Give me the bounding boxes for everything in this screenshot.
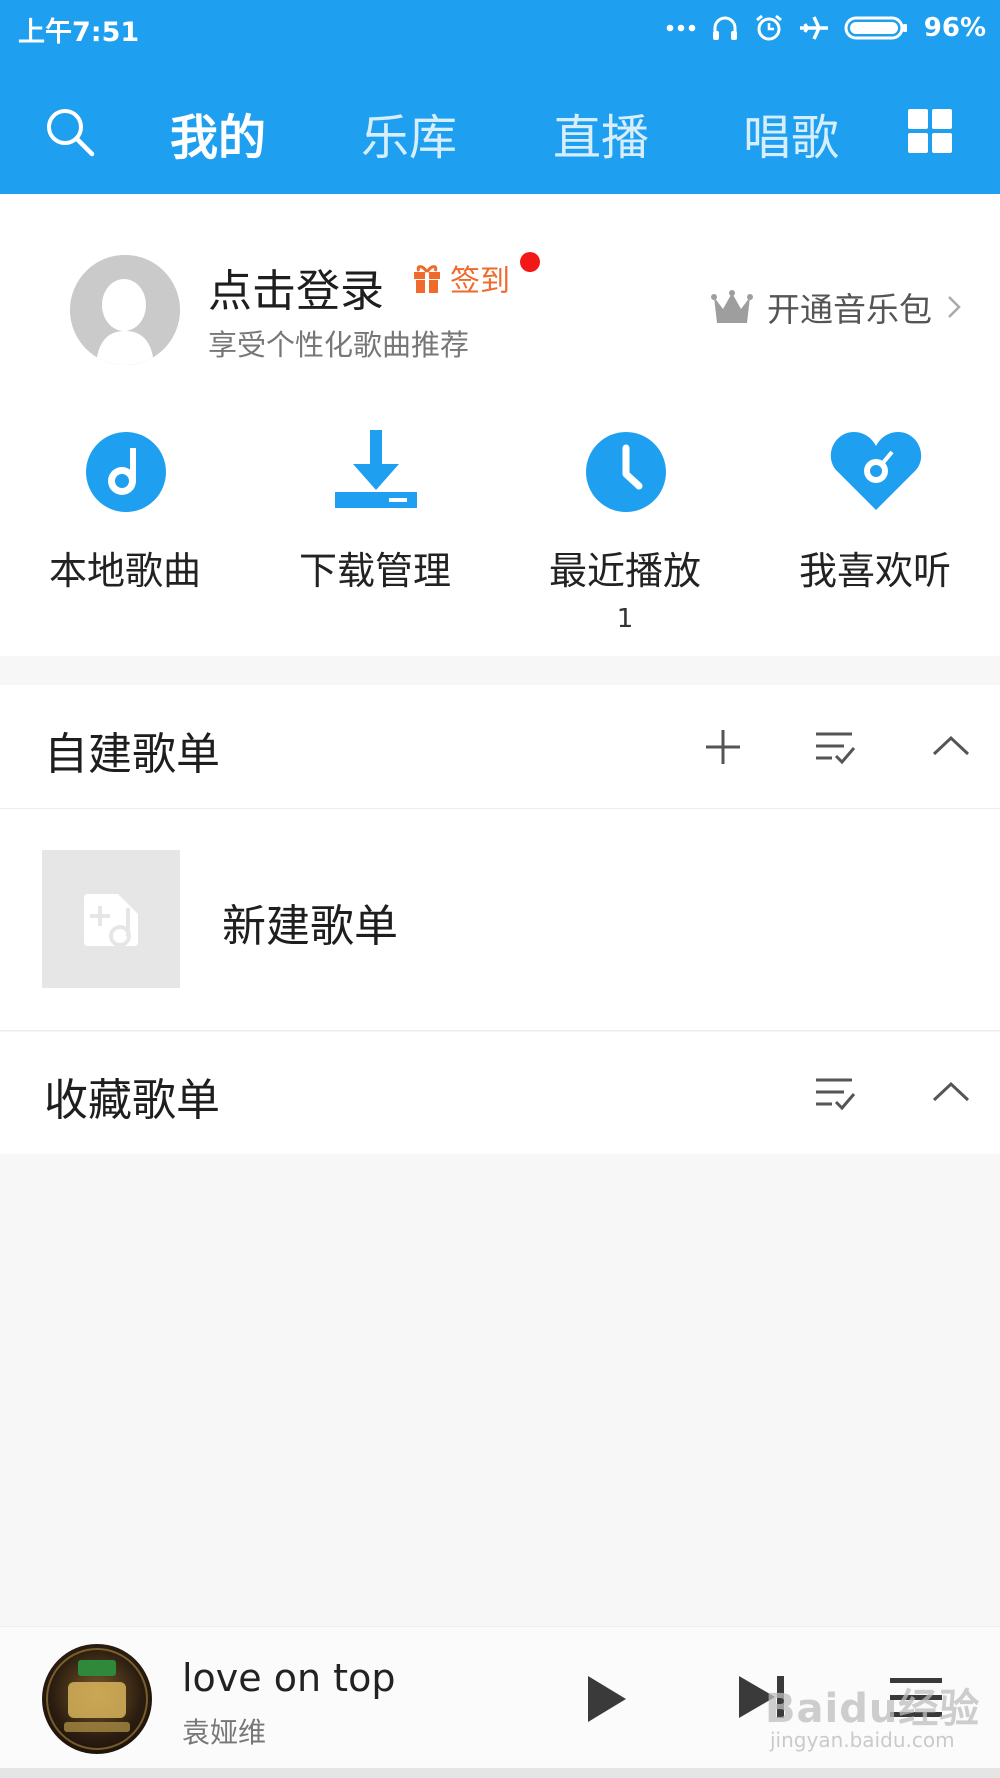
quick-entry-favorites[interactable]: 我喜欢听	[750, 428, 1000, 638]
tab-mine[interactable]: 我的	[170, 98, 266, 168]
clock-icon	[586, 432, 666, 512]
quick-entry-recent[interactable]: 最近播放 1	[500, 428, 750, 638]
signin-label: 签到	[450, 264, 510, 299]
headphones-icon	[712, 16, 737, 40]
chevron-up-icon[interactable]	[930, 1072, 972, 1114]
divider	[0, 1030, 1000, 1031]
more-dots-icon	[666, 24, 696, 32]
airplane-icon	[799, 16, 828, 40]
status-bar: 上午7:51 96%	[0, 0, 1000, 56]
status-icons: 96%	[666, 8, 986, 48]
watermark-logo: Baidu经验	[765, 1686, 981, 1732]
alarm-icon	[755, 14, 782, 41]
login-button[interactable]: 点击登录	[208, 255, 384, 319]
bottom-edge	[0, 1768, 1000, 1778]
tab-sing[interactable]: 唱歌	[743, 98, 839, 168]
gift-icon	[414, 265, 440, 293]
watermark-url: jingyan.baidu.com	[770, 1728, 955, 1752]
manage-list-icon[interactable]	[814, 726, 856, 768]
download-icon	[335, 430, 417, 508]
album-cover[interactable]	[42, 1644, 152, 1754]
add-playlist-icon[interactable]	[702, 726, 744, 768]
search-icon[interactable]	[44, 106, 96, 158]
now-playing-title: love on top	[182, 1656, 396, 1700]
avatar[interactable]	[70, 255, 180, 365]
collected-playlists-title: 收藏歌单	[44, 1075, 220, 1126]
manage-list-icon[interactable]	[814, 1072, 856, 1114]
album-art-icon	[46, 1648, 148, 1750]
login-subtitle: 享受个性化歌曲推荐	[208, 328, 470, 362]
quick-entry-label: 本地歌曲	[48, 549, 201, 593]
recent-count: 1	[616, 604, 634, 634]
quick-entry-label: 我喜欢听	[798, 549, 951, 593]
vip-label: 开通音乐包	[767, 290, 932, 329]
crown-icon	[711, 290, 753, 323]
now-playing-artist: 袁娅维	[182, 1716, 267, 1749]
quick-entry-downloads[interactable]: 下载管理	[250, 428, 500, 638]
music-note-disc-icon	[86, 432, 166, 512]
quick-entry-local-songs[interactable]: 本地歌曲	[0, 428, 250, 638]
add-music-icon	[84, 894, 138, 947]
user-silhouette-icon	[70, 255, 180, 365]
top-navigation: 我的 乐库 直播 唱歌	[0, 90, 1000, 170]
new-playlist-button[interactable]: 新建歌单	[222, 890, 398, 954]
battery-percent: 96%	[923, 13, 986, 43]
app-header: 上午7:51 96% 我的 乐库 直播 唱歌	[0, 0, 1000, 194]
grid-icon[interactable]	[908, 109, 952, 153]
quick-entry-label: 下载管理	[298, 549, 451, 593]
signin-button[interactable]: 签到	[412, 258, 510, 299]
self-built-playlists-title: 自建歌单	[44, 729, 220, 780]
tab-live[interactable]: 直播	[553, 98, 649, 168]
status-time: 上午7:51	[18, 17, 140, 48]
divider	[0, 808, 1000, 809]
battery-icon	[844, 16, 907, 40]
chevron-right-icon	[948, 296, 961, 318]
tab-library[interactable]: 乐库	[361, 98, 457, 168]
heart-icon	[830, 432, 922, 510]
play-icon[interactable]	[580, 1672, 630, 1726]
quick-entry-label: 最近播放	[548, 549, 701, 593]
chevron-up-icon[interactable]	[930, 726, 972, 768]
new-playlist-thumbnail[interactable]	[42, 850, 180, 988]
notification-dot	[520, 252, 540, 272]
vip-music-package-link[interactable]: 开通音乐包	[711, 285, 962, 329]
